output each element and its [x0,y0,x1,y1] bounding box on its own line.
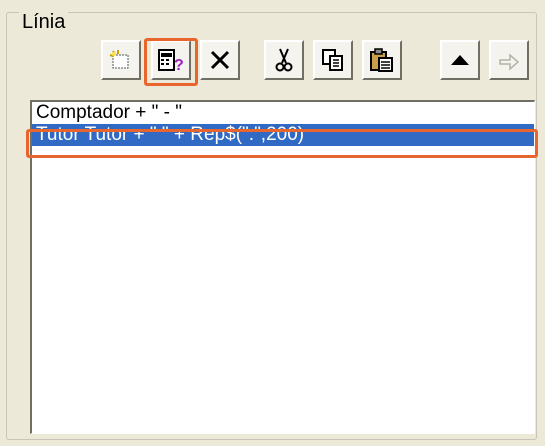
delete-icon [208,48,232,72]
move-up-icon [448,48,472,72]
move-down-button[interactable] [489,40,529,80]
field-query-button-highlight [144,38,198,86]
paste-icon [369,47,395,73]
paste-button[interactable] [362,40,402,80]
cut-icon [272,47,296,73]
selected-row-highlight [26,129,538,158]
copy-button[interactable] [313,40,353,80]
cut-button[interactable] [264,40,304,80]
new-item-button[interactable] [101,40,141,80]
delete-button[interactable] [200,40,240,80]
new-item-icon [109,48,133,72]
list-item[interactable]: Comptador + " - " [32,102,534,124]
copy-icon [320,47,346,73]
move-up-button[interactable] [440,40,480,80]
group-title: Línia [19,11,69,33]
move-down-icon [496,48,522,72]
